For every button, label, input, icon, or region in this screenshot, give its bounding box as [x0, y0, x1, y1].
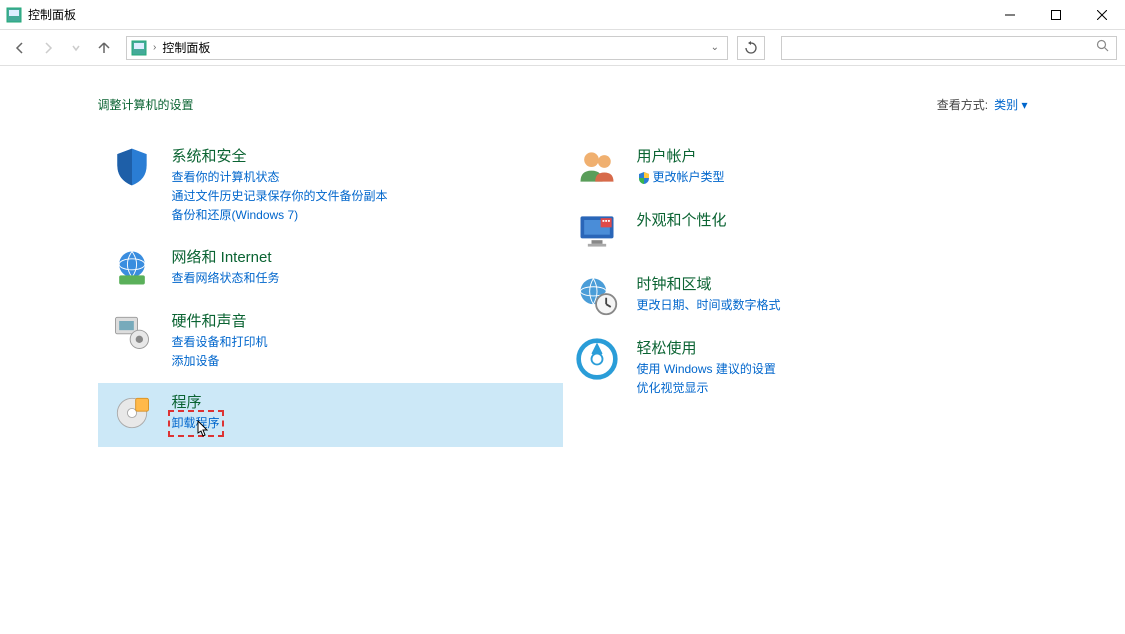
category-link[interactable]: 备份和还原(Windows 7) [172, 206, 388, 225]
back-button[interactable] [8, 36, 32, 60]
page-title: 调整计算机的设置 [98, 96, 937, 113]
category-appearance: 外观和个性化 [563, 201, 1028, 265]
refresh-button[interactable] [737, 36, 765, 60]
up-button[interactable] [92, 36, 116, 60]
search-input[interactable] [788, 41, 1096, 55]
category-accounts: 用户帐户 更改帐户类型 [563, 137, 1028, 201]
minimize-button[interactable] [987, 0, 1033, 29]
category-title[interactable]: 系统和安全 [172, 145, 388, 166]
close-button[interactable] [1079, 0, 1125, 29]
category-clock: 时钟和区域 更改日期、时间或数字格式 [563, 265, 1028, 329]
shield-icon [110, 145, 154, 189]
viewby-dropdown[interactable]: 类别 ▾ [994, 96, 1027, 113]
programs-icon [110, 391, 154, 435]
category-ease: 轻松使用 使用 Windows 建议的设置 优化视觉显示 [563, 329, 1028, 410]
forward-button[interactable] [36, 36, 60, 60]
breadcrumb[interactable]: › 控制面板 ⌄ [126, 36, 728, 60]
category-programs: 程序 卸载程序 [98, 383, 563, 447]
category-link[interactable]: 查看网络状态和任务 [172, 269, 280, 288]
category-hardware: 硬件和声音 查看设备和打印机 添加设备 [98, 302, 563, 383]
category-title[interactable]: 用户帐户 [637, 145, 725, 166]
chevron-down-icon: ▾ [1021, 98, 1027, 112]
content-area: 调整计算机的设置 查看方式: 类别 ▾ 系统和安全 查看你的计算机状态 通过文件… [0, 66, 1125, 447]
category-link[interactable]: 使用 Windows 建议的设置 [637, 360, 776, 379]
network-icon [110, 246, 154, 290]
recent-dropdown[interactable] [64, 36, 88, 60]
control-panel-icon [131, 40, 147, 56]
clock-globe-icon [575, 273, 619, 317]
hardware-icon [110, 310, 154, 354]
maximize-button[interactable] [1033, 0, 1079, 29]
category-link[interactable]: 查看你的计算机状态 [172, 168, 388, 187]
monitor-icon [575, 209, 619, 253]
window-title: 控制面板 [28, 6, 987, 23]
category-link[interactable]: 查看设备和打印机 [172, 333, 268, 352]
control-panel-icon [6, 7, 22, 23]
category-title[interactable]: 时钟和区域 [637, 273, 781, 294]
ease-of-access-icon [575, 337, 619, 381]
chevron-down-icon[interactable]: ⌄ [707, 42, 723, 53]
category-title[interactable]: 外观和个性化 [637, 209, 727, 230]
breadcrumb-location: 控制面板 [162, 39, 706, 56]
category-title[interactable]: 硬件和声音 [172, 310, 268, 331]
titlebar: 控制面板 [0, 0, 1125, 30]
category-system-security: 系统和安全 查看你的计算机状态 通过文件历史记录保存你的文件备份副本 备份和还原… [98, 137, 563, 238]
category-link[interactable]: 添加设备 [172, 352, 268, 371]
breadcrumb-chevron-icon: › [153, 42, 156, 53]
category-title[interactable]: 轻松使用 [637, 337, 776, 358]
users-icon [575, 145, 619, 189]
search-box[interactable] [781, 36, 1117, 60]
viewby-label: 查看方式: [937, 96, 988, 113]
category-link[interactable]: 更改帐户类型 [637, 168, 725, 187]
category-link[interactable]: 更改日期、时间或数字格式 [637, 296, 781, 315]
annotation-highlight-box [168, 410, 224, 437]
uac-shield-icon [637, 171, 651, 185]
category-link[interactable]: 通过文件历史记录保存你的文件备份副本 [172, 187, 388, 206]
category-title[interactable]: 程序 [172, 391, 220, 412]
navbar: › 控制面板 ⌄ [0, 30, 1125, 66]
category-network: 网络和 Internet 查看网络状态和任务 [98, 238, 563, 302]
category-link[interactable]: 优化视觉显示 [637, 379, 776, 398]
search-icon [1096, 39, 1110, 56]
category-title[interactable]: 网络和 Internet [172, 246, 280, 267]
